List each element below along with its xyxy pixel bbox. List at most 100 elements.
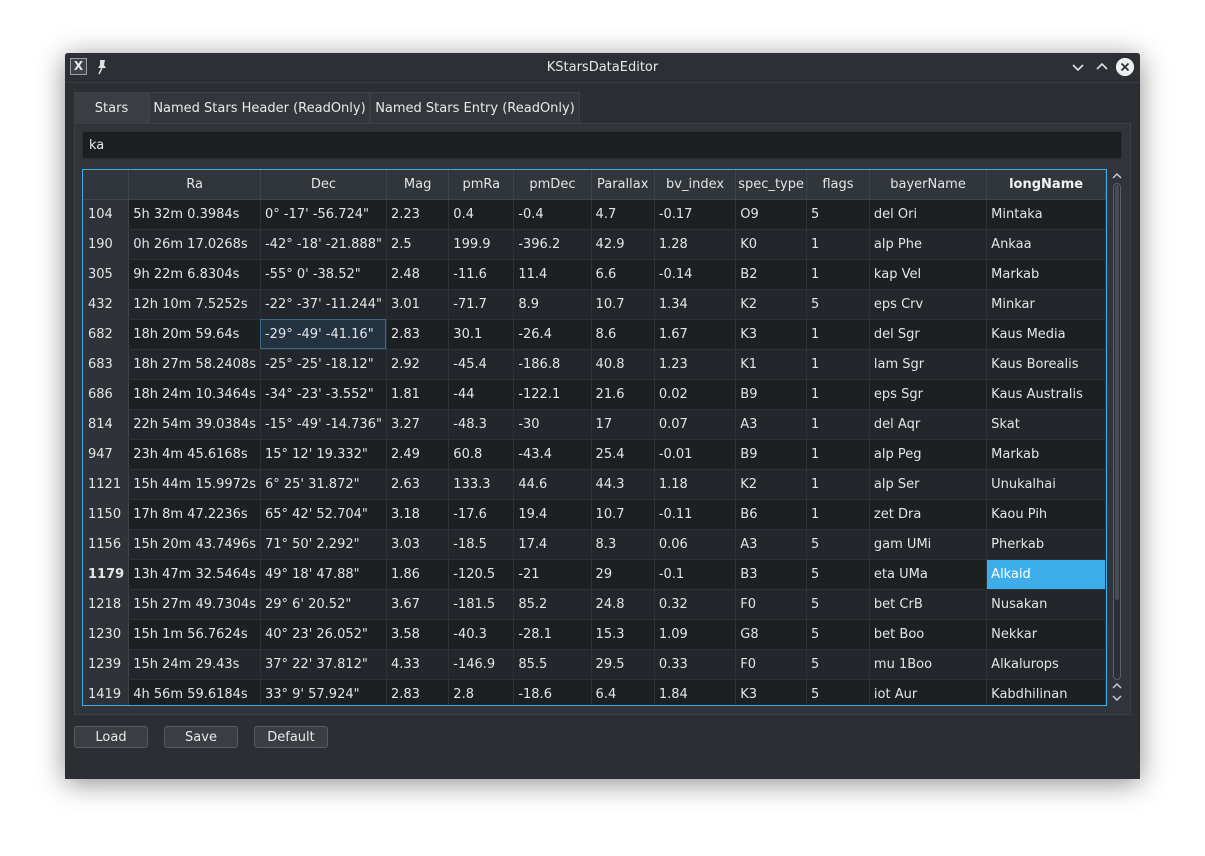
cell-parallax[interactable]: 29 [591, 559, 655, 590]
row-header[interactable]: 1239 [83, 649, 130, 680]
column-header-longname[interactable]: longName [986, 170, 1106, 200]
cell-bv-index[interactable]: 0.02 [654, 379, 737, 410]
cell-pmdec[interactable]: -28.1 [513, 619, 592, 650]
scroll-up-icon[interactable] [1111, 170, 1123, 182]
cell-ra[interactable]: 15h 44m 15.9972s [128, 469, 261, 500]
cell-parallax[interactable]: 10.7 [591, 499, 655, 530]
cell-pmra[interactable]: -71.7 [448, 289, 515, 320]
cell-parallax[interactable]: 4.7 [591, 199, 655, 230]
column-header-ra[interactable]: Ra [128, 170, 261, 200]
cell-bayername[interactable]: mu 1Boo [869, 649, 988, 680]
row-header[interactable]: 1179 [83, 559, 130, 590]
cell-pmdec[interactable]: 44.6 [513, 469, 592, 500]
cell-dec[interactable]: 15° 12' 19.332" [260, 439, 387, 470]
cell-pmra[interactable]: -40.3 [448, 619, 515, 650]
cell-dec[interactable]: 37° 22' 37.812" [260, 649, 387, 680]
cell-bv-index[interactable]: 0.06 [654, 529, 737, 560]
cell-flags[interactable]: 1 [806, 379, 870, 410]
cell-bv-index[interactable]: 1.28 [654, 229, 737, 260]
column-header-pmdec[interactable]: pmDec [513, 170, 592, 200]
load-button[interactable]: Load [74, 726, 148, 748]
row-header[interactable]: 104 [83, 199, 130, 230]
cell-mag[interactable]: 1.81 [386, 379, 450, 410]
column-header-mag[interactable]: Mag [386, 170, 450, 200]
cell-bayername[interactable]: eps Sgr [869, 379, 988, 410]
cell-bayername[interactable]: del Sgr [869, 319, 988, 350]
cell-parallax[interactable]: 29.5 [591, 649, 655, 680]
cell-flags[interactable]: 5 [806, 199, 870, 230]
cell-bayername[interactable]: del Ori [869, 199, 988, 230]
table-row[interactable]: 682 18h 20m 59.64s -29° -49' -41.16" 2.83 30… [83, 319, 1106, 350]
cell-longname[interactable]: Minkar [986, 289, 1106, 320]
table-row[interactable]: 1218 15h 27m 49.7304s 29° 6' 20.52" 3.67 -18… [83, 589, 1106, 620]
cell-parallax[interactable]: 6.6 [591, 259, 655, 290]
cell-flags[interactable]: 1 [806, 319, 870, 350]
cell-spec-type[interactable]: A3 [735, 529, 807, 560]
cell-bv-index[interactable]: -0.01 [654, 439, 737, 470]
cell-spec-type[interactable]: G8 [735, 619, 807, 650]
table-row[interactable]: 947 23h 4m 45.6168s 15° 12' 19.332" 2.49 60.… [83, 439, 1106, 470]
table-row[interactable]: 1419 4h 56m 59.6184s 33° 9' 57.924" 2.83 2.8… [83, 679, 1106, 705]
cell-mag[interactable]: 2.48 [386, 259, 450, 290]
table-row[interactable]: 686 18h 24m 10.3464s -34° -23' -3.552" 1.81… [83, 379, 1106, 410]
cell-ra[interactable]: 4h 56m 59.6184s [128, 679, 261, 705]
cell-pmdec[interactable]: -30 [513, 409, 592, 440]
cell-dec[interactable]: -34° -23' -3.552" [260, 379, 387, 410]
cell-pmdec[interactable]: -186.8 [513, 349, 592, 380]
cell-spec-type[interactable]: B6 [735, 499, 807, 530]
cell-bayername[interactable]: kap Vel [869, 259, 988, 290]
cell-pmra[interactable]: -11.6 [448, 259, 515, 290]
cell-pmdec[interactable]: -26.4 [513, 319, 592, 350]
cell-longname[interactable]: Kaus Borealis [986, 349, 1106, 380]
cell-pmra[interactable]: -181.5 [448, 589, 515, 620]
cell-bv-index[interactable]: -0.1 [654, 559, 737, 590]
cell-flags[interactable]: 5 [806, 559, 870, 590]
search-input[interactable] [82, 131, 1122, 159]
cell-bv-index[interactable]: 1.84 [654, 679, 737, 705]
tab-stars[interactable]: Stars [74, 92, 149, 124]
cell-spec-type[interactable]: B2 [735, 259, 807, 290]
cell-longname[interactable]: Pherkab [986, 529, 1106, 560]
cell-flags[interactable]: 1 [806, 439, 870, 470]
cell-pmra[interactable]: -45.4 [448, 349, 515, 380]
cell-parallax[interactable]: 24.8 [591, 589, 655, 620]
row-header[interactable]: 686 [83, 379, 130, 410]
cell-bv-index[interactable]: 1.18 [654, 469, 737, 500]
cell-ra[interactable]: 17h 8m 47.2236s [128, 499, 261, 530]
cell-pmdec[interactable]: -18.6 [513, 679, 592, 705]
cell-flags[interactable]: 5 [806, 619, 870, 650]
cell-ra[interactable]: 23h 4m 45.6168s [128, 439, 261, 470]
cell-mag[interactable]: 4.33 [386, 649, 450, 680]
row-header[interactable]: 190 [83, 229, 130, 260]
table-row[interactable]: 1150 17h 8m 47.2236s 65° 42' 52.704" 3.18 -1… [83, 499, 1106, 530]
cell-flags[interactable]: 5 [806, 679, 870, 705]
cell-mag[interactable]: 2.83 [386, 319, 450, 350]
cell-ra[interactable]: 18h 27m 58.2408s [128, 349, 261, 380]
cell-dec[interactable]: -15° -49' -14.736" [260, 409, 387, 440]
cell-parallax[interactable]: 8.3 [591, 529, 655, 560]
cell-mag[interactable]: 3.27 [386, 409, 450, 440]
cell-ra[interactable]: 13h 47m 32.5464s [128, 559, 261, 590]
cell-parallax[interactable]: 6.4 [591, 679, 655, 705]
cell-flags[interactable]: 5 [806, 289, 870, 320]
cell-pmra[interactable]: -146.9 [448, 649, 515, 680]
cell-bayername[interactable]: alp Ser [869, 469, 988, 500]
cell-dec[interactable]: 6° 25' 31.872" [260, 469, 387, 500]
cell-spec-type[interactable]: K3 [735, 319, 807, 350]
cell-parallax[interactable]: 8.6 [591, 319, 655, 350]
cell-spec-type[interactable]: F0 [735, 649, 807, 680]
close-icon[interactable] [1116, 58, 1134, 76]
row-header[interactable]: 305 [83, 259, 130, 290]
cell-longname[interactable]: Nekkar [986, 619, 1106, 650]
cell-pmra[interactable]: -120.5 [448, 559, 515, 590]
cell-dec[interactable]: 65° 42' 52.704" [260, 499, 387, 530]
cell-flags[interactable]: 5 [806, 529, 870, 560]
cell-flags[interactable]: 1 [806, 409, 870, 440]
cell-flags[interactable]: 1 [806, 469, 870, 500]
cell-longname[interactable]: Markab [986, 439, 1106, 470]
cell-parallax[interactable]: 17 [591, 409, 655, 440]
cell-flags[interactable]: 1 [806, 349, 870, 380]
cell-ra[interactable]: 15h 24m 29.43s [128, 649, 261, 680]
cell-longname[interactable]: Skat [986, 409, 1106, 440]
cell-spec-type[interactable]: K1 [735, 349, 807, 380]
